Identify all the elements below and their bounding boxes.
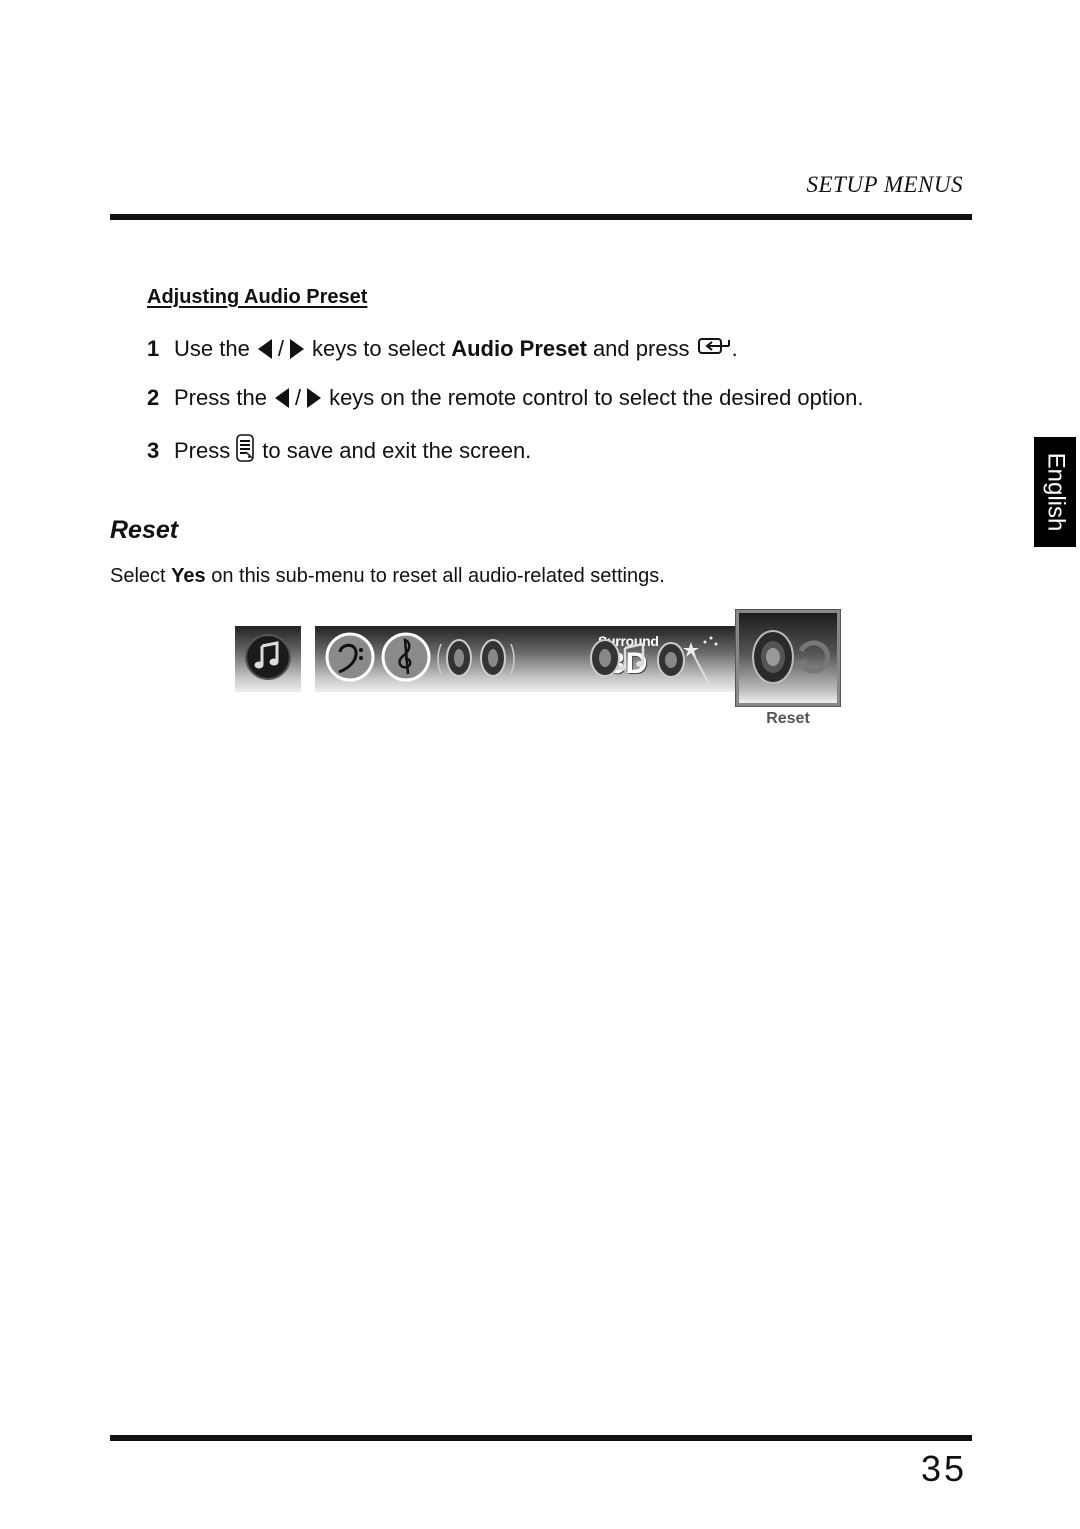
step-text: .	[731, 336, 738, 361]
section-title-reset: Reset	[110, 516, 179, 544]
step-text: keys to select	[311, 336, 446, 361]
top-divider	[110, 214, 972, 220]
step-2: 2 Press the / keys on the remote control…	[147, 385, 863, 411]
audio-menu-tile[interactable]	[235, 626, 301, 692]
description-bold-text: Yes	[171, 565, 206, 587]
description-text: on this sub-menu to reset all audio-rela…	[211, 565, 665, 587]
page-number: 35	[920, 1448, 967, 1489]
enter-key-icon	[697, 336, 732, 362]
bass-clef-icon[interactable]	[325, 632, 375, 687]
reset-description: Select Yes on this sub-menu to reset all…	[110, 565, 665, 588]
selected-option-label: Reset	[766, 710, 810, 727]
treble-clef-icon[interactable]	[381, 632, 431, 687]
bottom-divider	[110, 1435, 972, 1441]
section-header: SETUP MENUS	[806, 172, 963, 197]
right-arrow-icon	[289, 339, 304, 359]
left-arrow-icon	[274, 388, 289, 408]
menu-key-icon	[236, 434, 255, 468]
step-text: Use the	[174, 336, 250, 361]
left-arrow-icon	[257, 339, 272, 359]
speaker-reset-icon	[749, 625, 833, 694]
step-text: and press	[592, 336, 690, 361]
step-text: Press the	[174, 385, 267, 410]
language-tab: English	[1034, 437, 1076, 547]
step-text: Press	[174, 438, 231, 463]
audio-options-bar: Surround 3D	[315, 626, 735, 692]
step-text: keys on the remote control to select the…	[329, 385, 864, 410]
step-1: 1 Use the / keys to select Audio Preset …	[147, 336, 738, 362]
description-text: Select	[110, 565, 166, 587]
music-note-icon	[244, 633, 292, 686]
separator: /	[294, 385, 302, 410]
step-number: 2	[147, 385, 160, 410]
audio-menu-strip: Surround 3D Reset	[235, 609, 845, 736]
step-bold-text: Audio Preset	[451, 336, 587, 361]
step-3: 3 Press to save and exit the screen.	[147, 434, 531, 468]
speaker-music-icon[interactable]	[585, 634, 651, 687]
separator: /	[277, 336, 284, 361]
step-number: 1	[147, 336, 160, 361]
step-number: 3	[147, 438, 160, 463]
step-text: to save and exit the screen.	[262, 438, 532, 463]
speaker-magic-wand-icon[interactable]	[653, 632, 723, 691]
reset-tile-selected[interactable]	[735, 609, 841, 707]
language-tab-label: English	[1042, 452, 1069, 532]
stereo-speakers-icon[interactable]	[437, 634, 515, 687]
right-arrow-icon	[307, 388, 322, 408]
subsection-heading: Adjusting Audio Preset	[147, 286, 368, 308]
